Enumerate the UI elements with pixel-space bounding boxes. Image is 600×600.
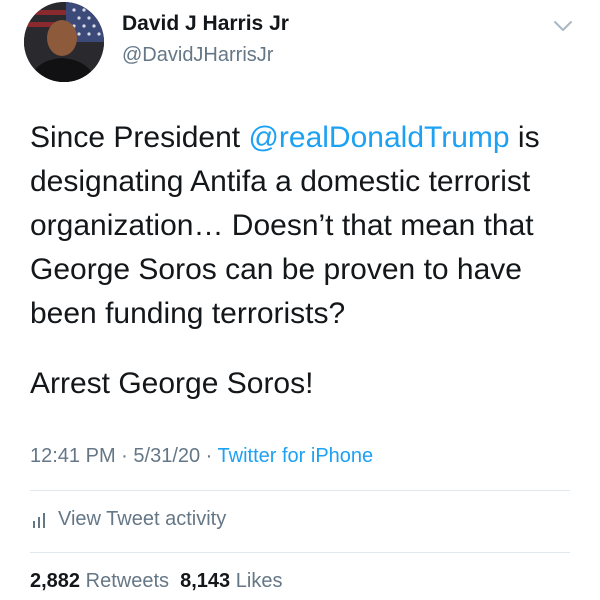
tweet-text-prefix: Since President (30, 121, 249, 154)
divider (30, 552, 570, 553)
tweet-text-paragraph-2: Arrest George Soros! (30, 367, 314, 400)
chevron-down-icon[interactable] (552, 18, 574, 34)
divider (30, 490, 570, 491)
profile-photo-icon (24, 2, 104, 82)
tweet-text: Since President @realDonaldTrump is desi… (30, 116, 585, 336)
view-activity-button[interactable]: View Tweet activity (30, 508, 226, 531)
tweet-source-link[interactable]: Twitter for iPhone (218, 445, 374, 467)
retweets-label: Retweets (85, 570, 169, 592)
retweets-stat[interactable]: 2,882 Retweets (30, 570, 169, 592)
meta-separator: · (200, 445, 218, 467)
tweet-stats: 2,882 Retweets 8,143 Likes (30, 570, 282, 593)
display-name[interactable]: David J Harris Jr (122, 12, 289, 36)
tweet-date[interactable]: 5/31/20 (133, 445, 200, 467)
tweet-meta: 12:41 PM · 5/31/20 · Twitter for iPhone (30, 445, 373, 468)
tweet-time[interactable]: 12:41 PM (30, 445, 116, 467)
view-activity-label: View Tweet activity (58, 508, 227, 530)
handle[interactable]: @DavidJHarrisJr (122, 44, 273, 67)
likes-count: 8,143 (180, 570, 231, 592)
avatar[interactable] (24, 2, 104, 82)
meta-separator: · (115, 445, 134, 467)
likes-stat[interactable]: 8,143 Likes (180, 570, 282, 592)
bar-chart-icon (30, 511, 50, 529)
mention-link[interactable]: @realDonaldTrump (248, 121, 509, 154)
likes-label: Likes (235, 570, 283, 592)
retweets-count: 2,882 (30, 570, 81, 592)
